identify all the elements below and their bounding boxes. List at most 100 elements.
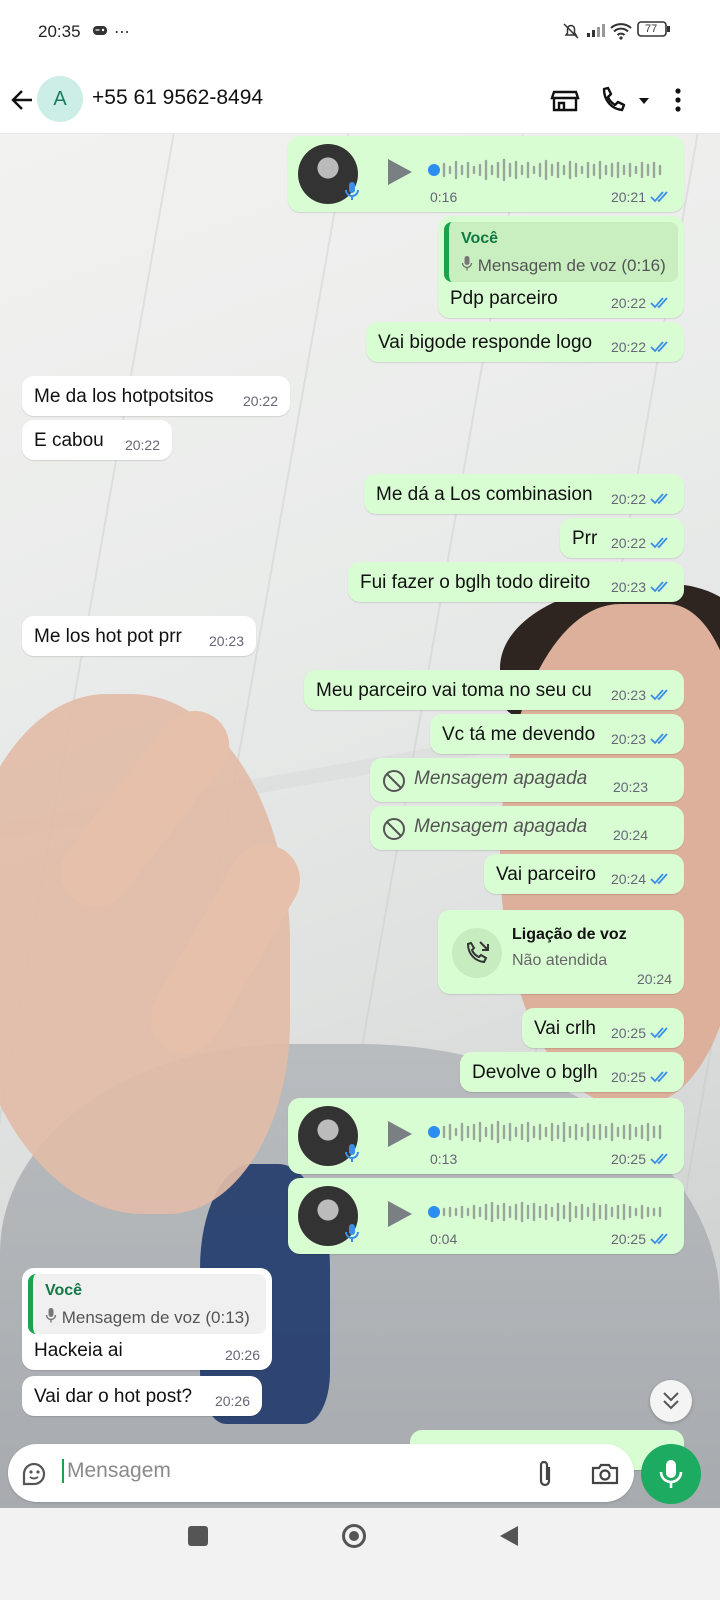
camera-icon[interactable] [590, 1460, 620, 1488]
message-bubble[interactable]: Me dá a Los combinasion 20:22 [364, 474, 684, 514]
system-nav-bar [0, 1508, 720, 1600]
message-time: 20:23 [610, 731, 646, 747]
message-bubble[interactable]: Vai crlh 20:25 [522, 1008, 684, 1048]
message-meta: 20:23 [611, 687, 672, 703]
message-meta: 20:25 [611, 1069, 672, 1085]
double-check-icon [650, 733, 668, 745]
quoted-author: Você [461, 230, 499, 247]
message-bubble[interactable]: Vai parceiro 20:24 [484, 854, 684, 894]
double-check-icon [650, 297, 668, 309]
double-check-icon [650, 1071, 668, 1083]
voice-message[interactable]: 0:16 20:21 [288, 136, 684, 212]
voice-message[interactable]: 0:13 20:25 [288, 1098, 684, 1174]
contact-name[interactable]: +55 61 9562-8494 [92, 86, 263, 110]
message-bubble[interactable]: Fui fazer o bglh todo direito 20:23 [348, 562, 684, 602]
signal-icon [586, 22, 606, 43]
message-time: 20:24 [612, 827, 648, 843]
message-time: 20:24 [610, 871, 646, 887]
battery-level: 77 [645, 23, 658, 35]
call-status: Não atendida [512, 952, 608, 969]
message-meta: 20:24 [613, 827, 648, 843]
voice-record-button[interactable] [641, 1444, 701, 1504]
catalog-button[interactable] [548, 80, 582, 120]
chat-header: A +55 61 9562-8494 [0, 66, 720, 134]
message-time: 20:21 [610, 189, 646, 205]
message-meta: 20:26 [215, 1393, 250, 1409]
deleted-message[interactable]: Mensagem apagada 20:24 [370, 806, 684, 850]
deleted-message[interactable]: Mensagem apagada 20:23 [370, 758, 684, 802]
home-button[interactable] [342, 1524, 366, 1548]
message-bubble[interactable]: Me los hot pot prr 20:23 [22, 616, 256, 656]
back-nav-button[interactable] [498, 1524, 520, 1548]
waveform[interactable] [428, 1200, 668, 1224]
message-bubble[interactable]: Vai dar o hot post? 20:26 [22, 1376, 262, 1416]
message-time: 20:23 [610, 687, 646, 703]
quoted-message[interactable]: Você Mensagem de voz (0:13) [28, 1274, 266, 1334]
double-check-icon [650, 341, 668, 353]
message-meta: 20:23 [209, 633, 244, 649]
quoted-message[interactable]: Você Mensagem de voz (0:16) [444, 222, 678, 282]
message-bubble[interactable]: E cabou 20:22 [22, 420, 172, 460]
message-text: Me dá a Los combinasion [376, 484, 593, 505]
message-input[interactable]: Mensagem [62, 1459, 171, 1483]
voice-duration: 0:16 [430, 189, 458, 205]
blocked-icon [383, 818, 405, 840]
paperclip-icon[interactable] [534, 1459, 556, 1489]
message-meta: 20:22 [125, 437, 160, 453]
sticker-icon[interactable] [20, 1460, 48, 1488]
scroll-to-bottom-button[interactable] [650, 1380, 692, 1422]
phone-icon [602, 86, 626, 112]
double-check-icon [650, 191, 668, 203]
message-text: Meu parceiro vai toma no seu cu [316, 680, 592, 701]
message-text: E cabou [34, 430, 104, 451]
reply-message[interactable]: Você Mensagem de voz (0:16) Pdp parceiro… [438, 216, 684, 318]
message-text: Vai parceiro [496, 864, 596, 885]
message-bubble[interactable]: Prr 20:22 [560, 518, 684, 558]
message-meta: 20:22 [611, 535, 672, 551]
message-composer[interactable]: Mensagem [8, 1444, 634, 1502]
chat-area[interactable]: 0:16 20:21 Você Mensagem de voz (0:16) P… [0, 134, 720, 1540]
call-message[interactable]: Ligação de voz Não atendida 20:24 [438, 910, 684, 994]
home-dot [349, 1531, 359, 1541]
message-text: Vai crlh [534, 1018, 596, 1039]
play-icon[interactable] [384, 156, 414, 188]
microphone-icon [345, 182, 359, 200]
call-button[interactable] [596, 80, 630, 120]
avatar[interactable]: A [37, 76, 83, 122]
play-icon[interactable] [384, 1198, 414, 1230]
message-time: 20:23 [610, 579, 646, 595]
quoted-author: Você [45, 1282, 83, 1299]
message-bubble[interactable]: Vai bigode responde logo 20:22 [366, 322, 684, 362]
message-bubble[interactable]: Vc tá me devendo 20:23 [430, 714, 684, 754]
recents-button[interactable] [188, 1526, 208, 1546]
mute-icon [562, 22, 580, 45]
message-meta: 20:23 [611, 731, 672, 747]
call-options-button[interactable] [636, 80, 652, 120]
double-check-icon [650, 689, 668, 701]
message-meta: 20:22 [611, 295, 672, 311]
double-check-icon [650, 1027, 668, 1039]
microphone-icon [659, 1460, 683, 1488]
message-time: 20:26 [214, 1393, 250, 1409]
message-bubble[interactable]: Me da los hotpotsitos 20:22 [22, 376, 290, 416]
double-check-icon [650, 493, 668, 505]
waveform[interactable] [428, 1120, 668, 1144]
waveform[interactable] [428, 158, 668, 182]
message-meta: 20:24 [611, 871, 672, 887]
double-check-icon [650, 537, 668, 549]
play-icon[interactable] [384, 1118, 414, 1150]
double-check-icon [650, 1233, 668, 1245]
menu-button[interactable] [668, 80, 688, 120]
voice-message[interactable]: 0:04 20:25 [288, 1178, 684, 1254]
message-time: 20:25 [610, 1025, 646, 1041]
voice-duration: 0:13 [430, 1151, 458, 1167]
call-title: Ligação de voz [512, 926, 627, 943]
message-bubble[interactable]: Meu parceiro vai toma no seu cu 20:23 [304, 670, 684, 710]
message-meta: 20:23 [613, 779, 648, 795]
message-text: Pdp parceiro [450, 288, 558, 309]
reply-message[interactable]: Você Mensagem de voz (0:13) Hackeia ai 2… [22, 1268, 272, 1370]
message-time: 20:22 [124, 437, 160, 453]
microphone-icon [345, 1144, 359, 1162]
message-text: Me da los hotpotsitos [34, 386, 214, 407]
message-bubble[interactable]: Devolve o bglh 20:25 [460, 1052, 684, 1092]
